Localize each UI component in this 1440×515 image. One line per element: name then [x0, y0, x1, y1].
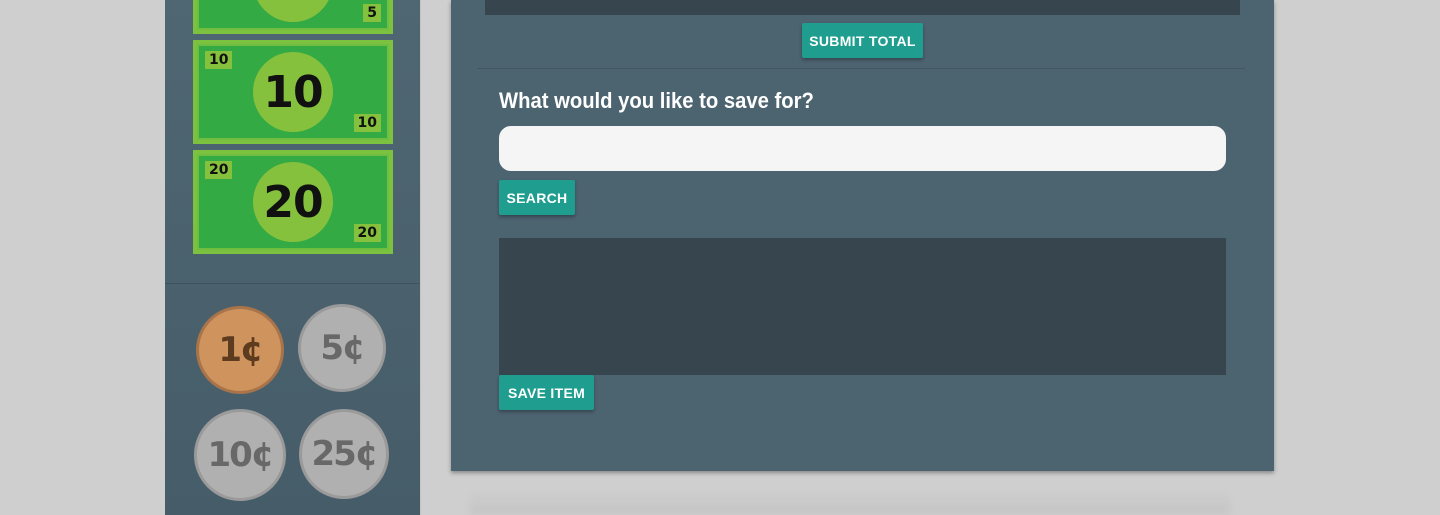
- bill-corner-value: 10: [353, 114, 381, 132]
- search-results-area: [499, 238, 1226, 375]
- search-button[interactable]: SEARCH: [499, 180, 575, 215]
- save-question-heading: What would you like to save for?: [499, 88, 814, 113]
- bill-corner-value: 20: [205, 161, 233, 179]
- bill-corner-value: 20: [353, 224, 381, 242]
- panel-divider: [477, 68, 1245, 69]
- bill-center: 10: [253, 52, 333, 132]
- bill-corner-value: 5: [363, 4, 381, 22]
- ten-dollar-bill[interactable]: 10 10 10: [193, 40, 393, 144]
- bill-corner-value: 10: [205, 51, 233, 69]
- money-sidebar: 5 10 10 10 20 20 20 1¢ 5¢ 10¢ 25¢: [165, 0, 420, 515]
- save-item-button[interactable]: SAVE ITEM: [499, 375, 594, 410]
- submit-total-button[interactable]: SUBMIT TOTAL: [802, 23, 923, 58]
- total-display-area: [485, 0, 1240, 15]
- nickel-coin[interactable]: 5¢: [298, 304, 386, 392]
- dime-coin[interactable]: 10¢: [194, 409, 286, 501]
- five-dollar-bill[interactable]: 5: [193, 0, 393, 34]
- bill-center: [253, 0, 333, 22]
- search-input[interactable]: [499, 126, 1226, 171]
- panel-shadow: [470, 490, 1230, 515]
- savings-panel: SUBMIT TOTAL What would you like to save…: [451, 0, 1274, 471]
- penny-coin[interactable]: 1¢: [196, 306, 284, 394]
- sidebar-divider: [165, 283, 420, 284]
- twenty-dollar-bill[interactable]: 20 20 20: [193, 150, 393, 254]
- bill-center: 20: [253, 162, 333, 242]
- quarter-coin[interactable]: 25¢: [299, 409, 389, 499]
